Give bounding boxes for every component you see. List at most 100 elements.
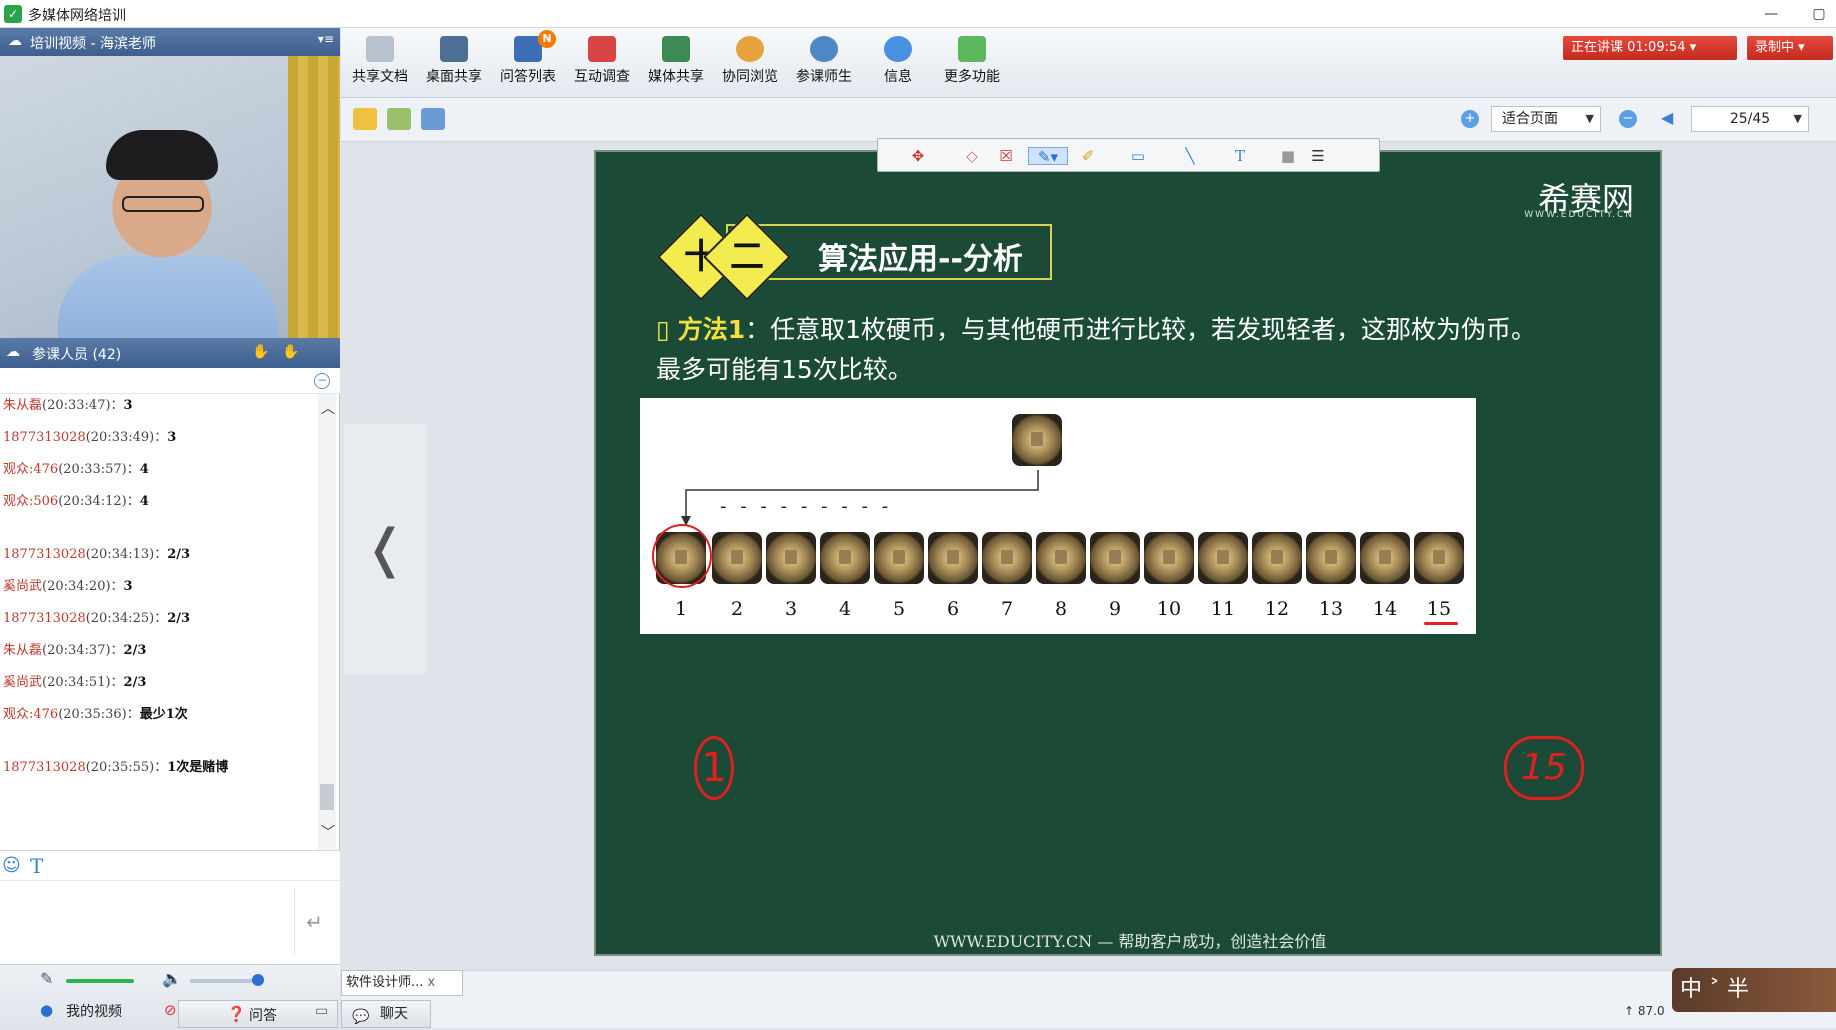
page-select[interactable]: 25/45 ▼ <box>1691 106 1809 132</box>
diamond-label: 二 <box>730 237 764 277</box>
dashes: - - - - - - - - - <box>720 496 893 517</box>
media-share-button[interactable]: 媒体共享 <box>641 34 711 94</box>
participants-button[interactable]: 参课师生 <box>789 34 859 94</box>
title-bar: ✓ 多媒体网络培训 — ▢ <box>0 0 1836 28</box>
coin-number: 15 <box>1426 598 1452 620</box>
chat-message: 朱从磊(20:34:37)：2/3 <box>3 643 147 658</box>
qa-tab-label: 问答 <box>249 1008 277 1024</box>
coin <box>766 532 816 584</box>
emoji-icon[interactable]: ☺ <box>2 855 21 876</box>
coin-diagram: - - - - - - - - - 1 2 3 4 5 6 7 8 9 10 1… <box>640 398 1476 634</box>
chat-message: 观众:506(20:34:12)：4 <box>3 494 149 509</box>
browser-icon <box>736 36 764 62</box>
recording-button[interactable]: 录制中 ▾ <box>1747 36 1833 60</box>
minimize-button[interactable]: — <box>1756 3 1786 25</box>
minimize-icon[interactable]: ▭ <box>315 1003 328 1019</box>
zoom-out-icon[interactable]: − <box>1619 110 1637 128</box>
left-panel: ☁ 培训视频 - 海滨老师 ▾≡ ☁ 参课人员 (42) ✋ ✋ − 朱从磊(2… <box>0 28 340 1028</box>
chat-message: 奚尚武(20:34:20)：3 <box>3 579 133 594</box>
chat-message: 1877313028(20:34:25)：2/3 <box>3 611 191 626</box>
bar-chart-icon <box>588 36 616 62</box>
doc-tab-bar <box>341 970 1836 1028</box>
red-circle-annotation <box>652 524 712 588</box>
coin-number: 11 <box>1210 598 1236 620</box>
text-icon[interactable]: T <box>1230 147 1250 165</box>
coin <box>982 532 1032 584</box>
text-format-icon[interactable]: T <box>30 854 43 878</box>
prev-slide-button[interactable]: ❬ <box>344 424 426 674</box>
handwritten-annotation-1: 1 <box>694 736 734 800</box>
co-browse-button[interactable]: 协同浏览 <box>715 34 785 94</box>
doc-tab[interactable]: 软件设计师... x <box>341 970 463 996</box>
chat-input[interactable]: ↵ <box>0 880 340 964</box>
coin <box>1306 532 1356 584</box>
scroll-up-icon[interactable]: ︿ <box>321 398 335 418</box>
network-status: ↑ 87.0 <box>1624 1004 1665 1018</box>
zoom-in-icon[interactable]: + <box>1461 110 1479 128</box>
ime-indicator[interactable]: 中 ˃ 半 <box>1672 968 1836 1012</box>
speaker-icon[interactable]: 🔈 <box>162 969 182 988</box>
qa-tab[interactable]: ❓ 问答 ▭ <box>178 1000 338 1028</box>
participants-header[interactable]: ☁ 参课人员 (42) ✋ ✋ <box>0 338 340 368</box>
line-icon[interactable]: ╲ <box>1180 147 1200 165</box>
rectangle-icon[interactable]: ▭ <box>1128 147 1148 165</box>
speaker-volume-knob[interactable] <box>252 974 264 986</box>
raise-hand-icon[interactable]: ✋ <box>252 344 270 362</box>
video-header-title: 培训视频 - 海滨老师 <box>30 36 156 52</box>
share-doc-button[interactable]: 共享文档 <box>345 34 415 94</box>
document-settings-icon[interactable] <box>421 108 445 130</box>
camera-icon: ☁ <box>8 33 22 49</box>
coin <box>712 532 762 584</box>
chat-message: 1877313028(20:35:55)：1次是赌博 <box>3 760 229 775</box>
coin-number: 3 <box>784 598 798 620</box>
coin <box>874 532 924 584</box>
open-folder-icon[interactable] <box>353 108 377 130</box>
scroll-thumb[interactable] <box>320 784 334 810</box>
chat-scrollbar[interactable]: ︿ ﹀ <box>318 394 336 850</box>
teacher-video <box>0 56 340 338</box>
coin <box>1144 532 1194 584</box>
chat-tab[interactable]: 💬 聊天 <box>341 1000 431 1028</box>
app-icon: ✓ <box>4 5 22 23</box>
line-width-icon[interactable]: ☰ <box>1308 147 1328 165</box>
info-button[interactable]: 信息 <box>863 34 933 94</box>
my-video-label[interactable]: 我的视频 <box>66 1001 122 1021</box>
document-icon <box>366 36 394 62</box>
panel-menu-icon[interactable]: ▾≡ <box>318 32 334 46</box>
mic-volume-slider[interactable] <box>66 979 134 983</box>
slide-footer: WWW.EDUCITY.CN — 帮助客户成功，创造社会价值 <box>933 932 1327 951</box>
close-icon[interactable]: x <box>428 975 436 990</box>
fit-mode-select[interactable]: 适合页面 ▼ <box>1491 106 1601 132</box>
scroll-down-icon[interactable]: ﹀ <box>321 822 335 842</box>
pen-icon[interactable]: ✎▾ <box>1028 147 1068 166</box>
chat-input-toolbar: ☺ T <box>0 850 340 880</box>
speaker-volume-slider[interactable] <box>190 979 260 983</box>
eraser-icon[interactable]: ◇ <box>962 147 982 165</box>
coin <box>1252 532 1302 584</box>
maximize-button[interactable]: ▢ <box>1804 3 1834 25</box>
clear-icon[interactable]: ☒ <box>996 147 1016 165</box>
desktop-share-button[interactable]: 桌面共享 <box>419 34 489 94</box>
coin-number: 10 <box>1156 598 1182 620</box>
fill-icon[interactable]: ■ <box>1278 147 1298 165</box>
coin-number: 5 <box>892 598 906 620</box>
method-text: ▯ 方法1：任意取1枚硬币，与其他硬币进行比较，若发现轻者，这那枚为伪币。最多可… <box>656 315 1537 384</box>
chat-message: 1877313028(20:33:49)：3 <box>3 430 177 445</box>
collapse-icon[interactable]: − <box>314 373 330 389</box>
live-status-button[interactable]: 正在讲课 01:09:54 ▾ <box>1563 36 1737 60</box>
prev-page-icon[interactable]: ◀ <box>1661 108 1673 127</box>
chat-message: 观众:476(20:35:36)：最少1次 <box>3 707 188 722</box>
chat-message: 观众:476(20:33:57)：4 <box>3 462 149 477</box>
survey-button[interactable]: 互动调查 <box>567 34 637 94</box>
new-document-icon[interactable] <box>387 108 411 130</box>
participants-icon: ☁ <box>6 344 20 360</box>
coin-number: 2 <box>730 598 744 620</box>
more-button[interactable]: 更多功能 <box>937 34 1007 94</box>
hand-list-icon[interactable]: ✋ <box>282 344 300 362</box>
pointer-icon[interactable]: ✥ <box>908 147 928 165</box>
highlighter-icon[interactable]: ✐ <box>1078 147 1098 165</box>
send-icon[interactable]: ↵ <box>294 889 334 955</box>
mix-icon: ⊘ <box>164 1001 177 1019</box>
coin-number: 9 <box>1108 598 1122 620</box>
microphone-icon[interactable]: ✎ <box>40 969 53 988</box>
